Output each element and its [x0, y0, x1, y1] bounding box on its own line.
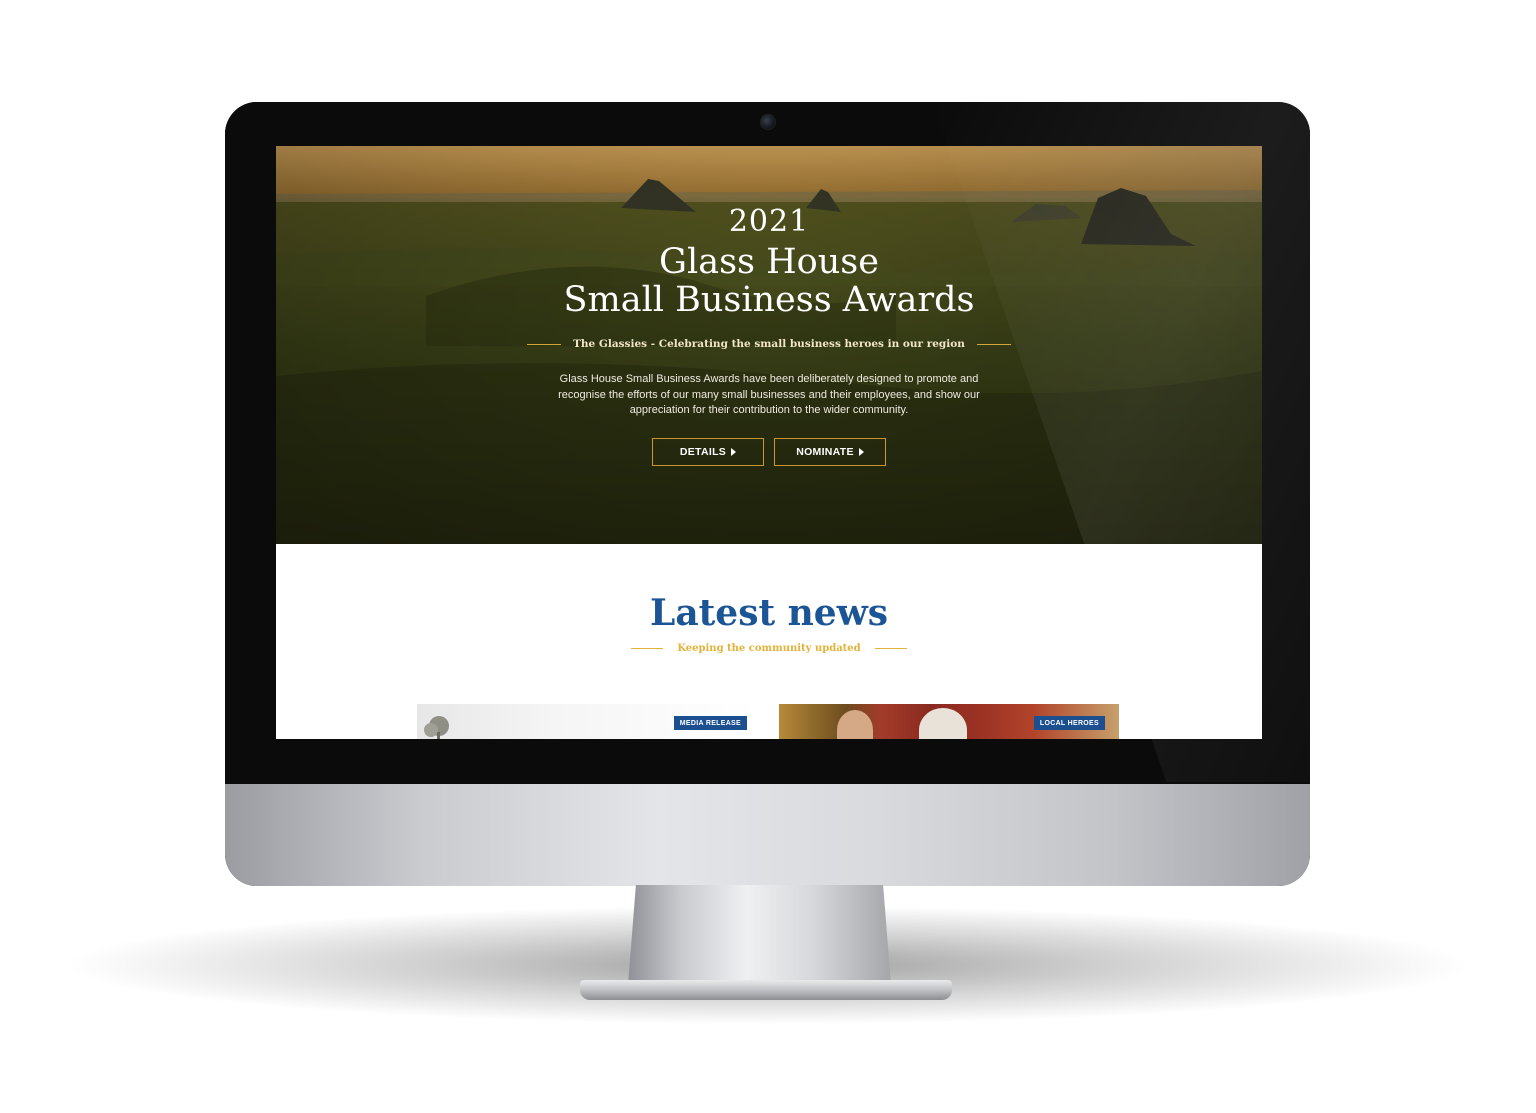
news-rule-left [631, 647, 664, 649]
news-heading: Latest news [650, 592, 888, 634]
news-card-media-release[interactable]: MEDIA RELEASE [417, 704, 757, 739]
caret-right-icon [858, 448, 864, 456]
hero-button-row: DETAILS NOMINATE [276, 438, 1262, 466]
camera-icon [760, 114, 776, 130]
news-rule-right [874, 647, 907, 649]
news-card-local-heroes[interactable]: LOCAL HEROES [779, 704, 1119, 739]
hero-year: 2021 [728, 204, 810, 239]
latest-news-section: Latest news Keeping the community update… [276, 544, 1262, 739]
details-button[interactable]: DETAILS [652, 438, 764, 466]
hero-tagline: The Glassies - Celebrating the small bus… [573, 338, 965, 350]
nominate-button[interactable]: NOMINATE [774, 438, 886, 466]
hero-section: 2021 Glass House Small Business Awards T… [276, 146, 1262, 544]
news-subheading: Keeping the community updated [677, 642, 861, 654]
hero-description: Glass House Small Business Awards have b… [558, 373, 980, 416]
news-subheading-row: Keeping the community updated [276, 640, 1262, 656]
card-badge: LOCAL HEROES [1033, 716, 1105, 730]
monitor-stand-base [580, 980, 952, 1000]
hero-title-line1: Glass House [659, 242, 879, 282]
monitor-chin [225, 784, 1310, 886]
nominate-button-label: NOMINATE [796, 446, 854, 458]
website-screen: 2021 Glass House Small Business Awards T… [276, 146, 1262, 739]
monitor-stand [628, 885, 891, 985]
details-button-label: DETAILS [679, 446, 727, 458]
hero-title-line2: Small Business Awards [563, 280, 975, 320]
card-image-person [837, 710, 873, 739]
hero-tagline-row: The Glassies - Celebrating the small bus… [276, 334, 1262, 354]
caret-right-icon [731, 448, 737, 456]
tagline-rule-left [527, 343, 562, 345]
card-image-person-2 [919, 708, 967, 739]
card-image-tree [424, 716, 449, 739]
tagline-rule-right [976, 343, 1011, 345]
card-badge: MEDIA RELEASE [673, 716, 747, 730]
